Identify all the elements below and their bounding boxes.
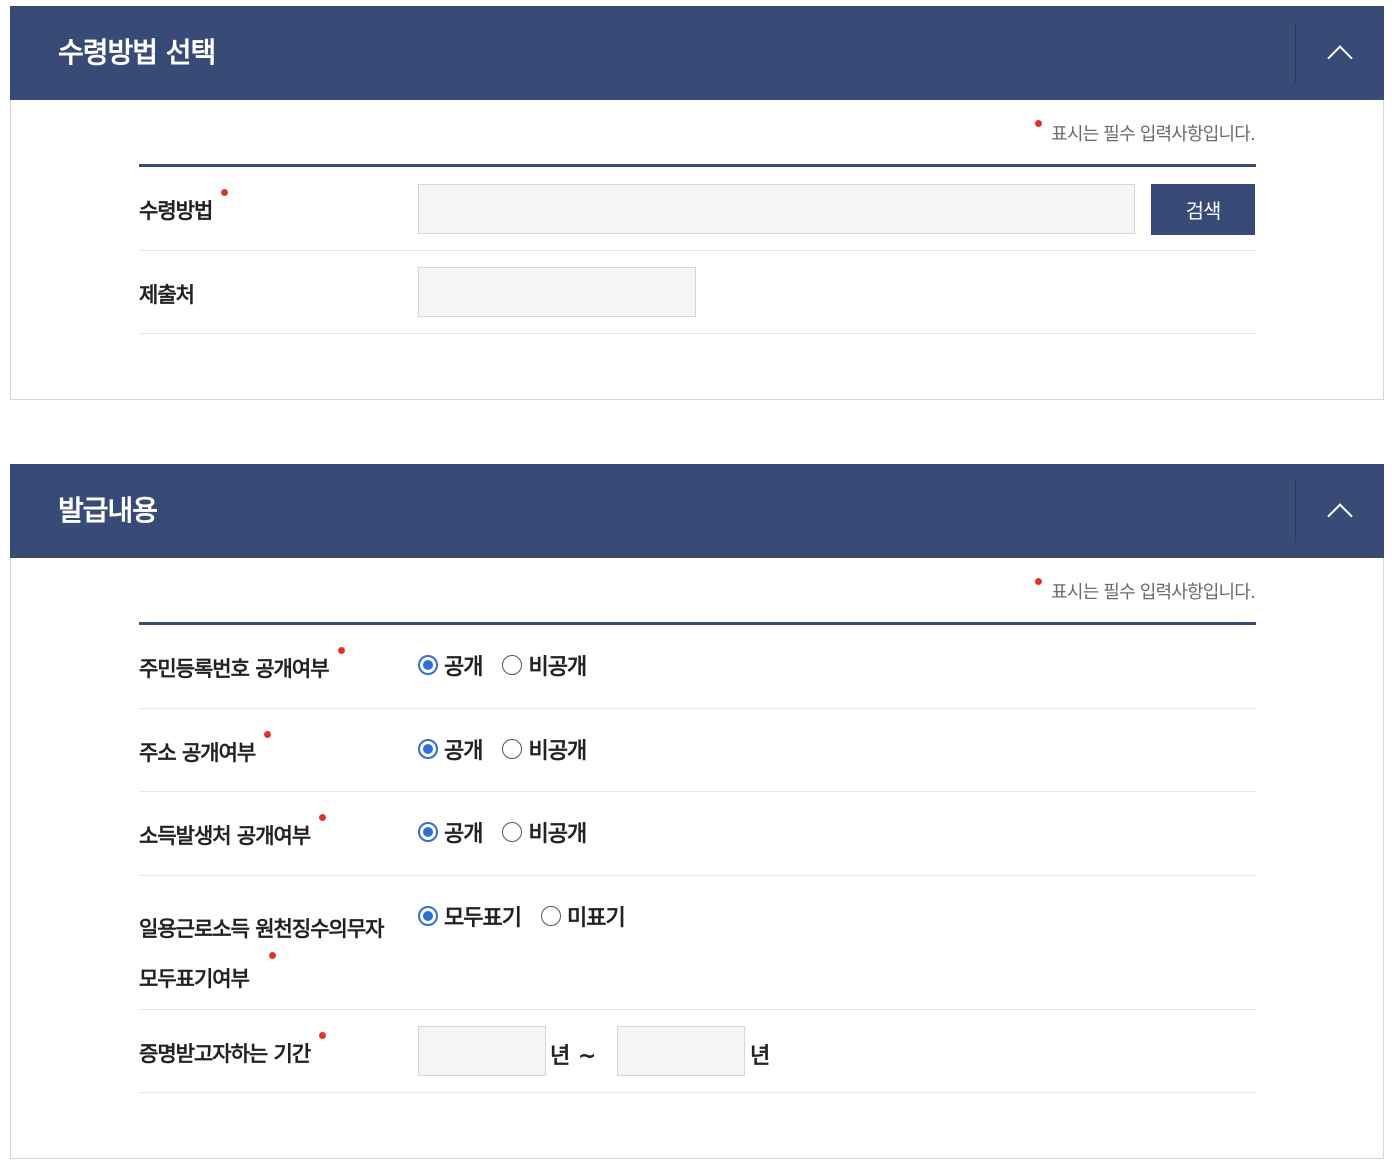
radio-unchecked-icon[interactable] [502,655,523,675]
form-row-rrn-disclosure: 주민등록번호 공개여부 공개 비공개 [139,625,1256,709]
radio-unchecked-icon[interactable] [502,822,523,842]
radio-unchecked-icon[interactable] [540,906,561,926]
radio-group: 모두표기 미표기 [418,900,645,932]
radio-option-public[interactable]: 공개 [418,816,483,848]
period-to-input[interactable] [617,1026,745,1076]
receipt-method-input[interactable] [418,184,1135,234]
form-row-submit-to: 제출처 [139,251,1256,334]
form-row-address-disclosure: 주소 공개여부 공개 비공개 [139,709,1256,792]
radio-option-mark-all[interactable]: 모두표기 [418,900,522,932]
submit-to-input[interactable] [418,267,696,317]
section-header: 발급내용 [10,464,1384,558]
row-label: 수령방법 [139,189,229,225]
radio-checked-icon[interactable] [418,739,438,759]
required-dot-icon [221,189,229,196]
radio-checked-icon[interactable] [418,655,438,675]
radio-group: 공개 비공개 [418,816,606,848]
required-dot-icon [1035,120,1043,127]
radio-option-private[interactable]: 비공개 [502,816,587,848]
radio-checked-icon[interactable] [418,822,438,842]
radio-group: 공개 비공개 [418,733,606,765]
row-label: 주소 공개여부 [139,731,272,767]
section-title: 수령방법 선택 [58,36,216,69]
row-label: 소득발생처 공개여부 [139,814,327,850]
section-body: 표시는 필수 입력사항입니다. 주민등록번호 공개여부 공개 비공개 주소 공개… [10,558,1384,1159]
row-label: 주민등록번호 공개여부 [139,647,345,683]
collapse-button[interactable] [1296,464,1384,558]
section-header: 수령방법 선택 [10,6,1384,100]
form-row-certificate-period: 증명받고자하는 기간 년 ~ 년 [139,1010,1256,1093]
required-dot-icon [319,1032,327,1039]
row-label: 제출처 [139,283,195,307]
section-receipt-method: 수령방법 선택 표시는 필수 입력사항입니다. 수령방법 검색 제출처 [10,6,1384,400]
year-to-label: 년 [750,1044,771,1069]
form-row-receipt-method: 수령방법 검색 [139,167,1256,251]
required-dot-icon [264,731,272,738]
required-note: 표시는 필수 입력사항입니다. [1035,120,1256,146]
radio-group: 공개 비공개 [418,649,606,681]
form-table: 수령방법 검색 제출처 [139,164,1256,334]
row-label: 일용근로소득 원천징수의무자 모두표기여부 [139,917,384,991]
search-button[interactable]: 검색 [1151,184,1255,235]
form-row-income-source-disclosure: 소득발생처 공개여부 공개 비공개 [139,792,1256,876]
radio-option-private[interactable]: 비공개 [502,733,587,765]
required-dot-icon [269,952,276,959]
radio-option-public[interactable]: 공개 [418,649,483,681]
required-note: 표시는 필수 입력사항입니다. [1035,578,1256,604]
form-row-daily-income-withholder: 일용근로소득 원천징수의무자 모두표기여부 모두표기 미표기 [139,876,1256,1010]
required-dot-icon [1035,578,1043,585]
collapse-button[interactable] [1296,6,1384,100]
radio-checked-icon[interactable] [418,906,438,926]
row-label: 증명받고자하는 기간 [139,1032,327,1068]
section-title: 발급내용 [58,494,158,527]
required-dot-icon [337,647,345,654]
required-dot-icon [319,814,327,821]
section-issue-content: 발급내용 표시는 필수 입력사항입니다. 주민등록번호 공개여부 공개 비공개 … [10,464,1384,1159]
form-table: 주민등록번호 공개여부 공개 비공개 주소 공개여부 공개 비공개 소득발생처 … [139,622,1256,1093]
year-from-label: 년 ~ [550,1044,597,1069]
period-from-input[interactable] [418,1026,546,1076]
radio-option-private[interactable]: 비공개 [502,649,587,681]
radio-unchecked-icon[interactable] [502,739,523,759]
chevron-up-icon [1327,503,1353,529]
chevron-up-icon [1327,45,1353,71]
section-body: 표시는 필수 입력사항입니다. 수령방법 검색 제출처 [10,100,1384,400]
radio-option-unmarked[interactable]: 미표기 [540,900,626,932]
radio-option-public[interactable]: 공개 [418,733,483,765]
